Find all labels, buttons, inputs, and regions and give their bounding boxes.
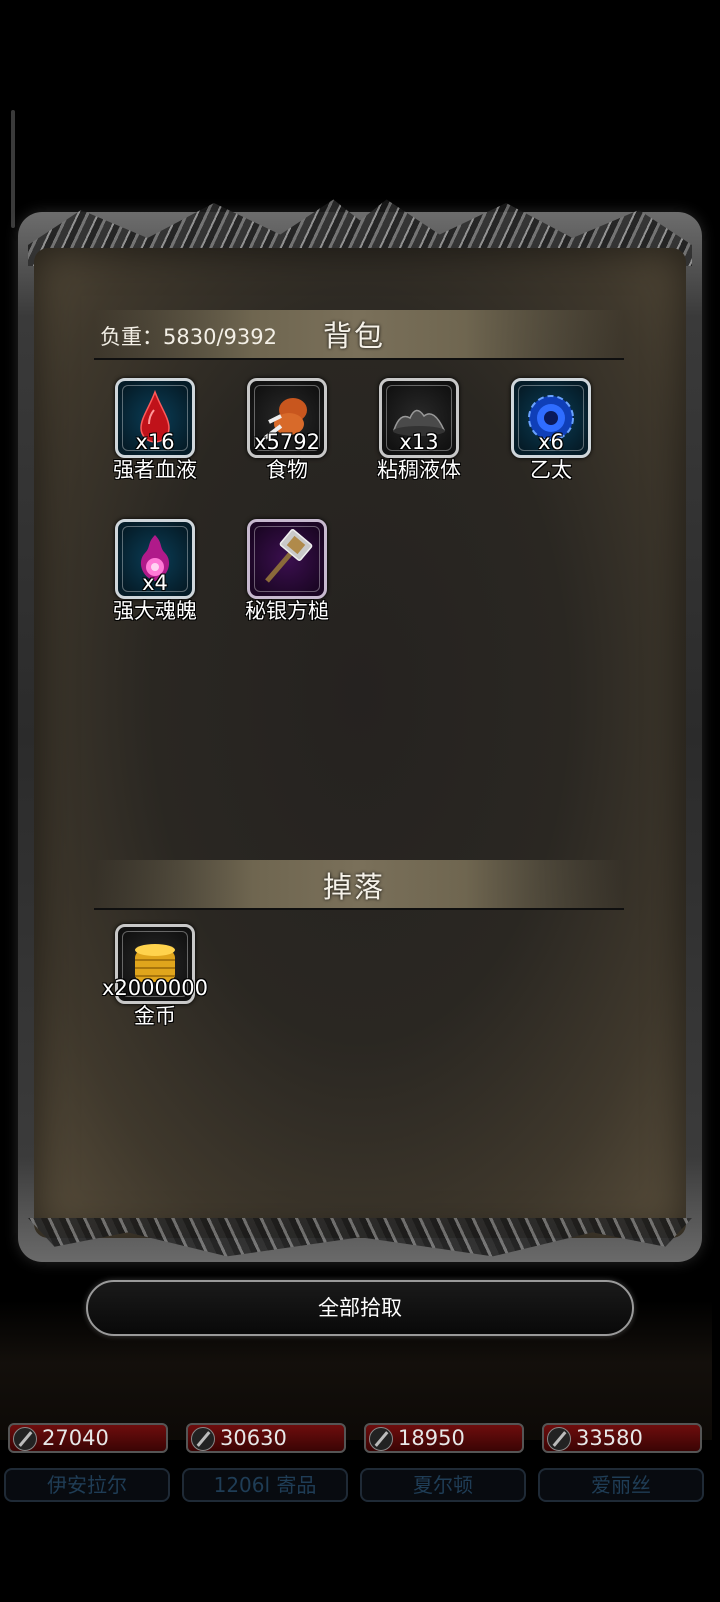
hp-bar: 30630 (186, 1423, 346, 1453)
item-count: x13 (399, 430, 439, 454)
sword-icon (369, 1427, 393, 1451)
item-count: x16 (135, 430, 175, 454)
hp-bar: 27040 (8, 1423, 168, 1453)
backpack-title: 背包 (323, 319, 386, 353)
item-count: x4 (142, 571, 168, 595)
drops-title: 掉落 (323, 870, 386, 904)
sword-icon (13, 1427, 37, 1451)
weight-label: 负重：5830/9392 (100, 325, 277, 349)
inventory-item-sticky-liquid[interactable]: x13 粘稠液体 (354, 378, 484, 488)
item-name: 强大魂魄 (113, 599, 197, 623)
scroll-indicator (11, 110, 15, 228)
inventory-item-soul[interactable]: x4 强大魂魄 (90, 519, 220, 629)
hero-name: 爱丽丝 (538, 1468, 704, 1502)
item-count: x6 (538, 430, 564, 454)
hp-value: 30630 (220, 1426, 287, 1450)
item-name: 食物 (266, 458, 308, 482)
item-count: x2000000 (102, 976, 208, 1000)
item-name: 粘稠液体 (377, 458, 461, 482)
sword-icon (191, 1427, 215, 1451)
mithril-hammer-icon (265, 529, 313, 583)
pickup-all-button[interactable]: 全部拾取 (86, 1280, 634, 1336)
item-slot (247, 519, 327, 599)
item-name: 强者血液 (113, 458, 197, 482)
inventory-item-food[interactable]: x5792 食物 (222, 378, 352, 488)
hp-value: 27040 (42, 1426, 109, 1450)
item-name: 金币 (134, 1004, 176, 1028)
hp-bar: 18950 (364, 1423, 524, 1453)
hero-name: 1206l 寄品 (182, 1468, 348, 1502)
item-name: 乙太 (530, 458, 572, 482)
drop-item-gold[interactable]: x2000000 金币 (90, 924, 220, 1034)
hero-name: 夏尔顿 (360, 1468, 526, 1502)
inventory-item-hammer[interactable]: 秘银方槌 (222, 519, 352, 629)
item-name: 秘银方槌 (245, 599, 329, 623)
hp-value: 18950 (398, 1426, 465, 1450)
hero-name: 伊安拉尔 (4, 1468, 170, 1502)
sword-icon (547, 1427, 571, 1451)
inventory-item-ether[interactable]: x6 乙太 (486, 378, 616, 488)
hp-value: 33580 (576, 1426, 643, 1450)
inventory-item-blood[interactable]: x16 强者血液 (90, 378, 220, 488)
hp-bar: 33580 (542, 1423, 702, 1453)
item-count: x5792 (254, 430, 320, 454)
